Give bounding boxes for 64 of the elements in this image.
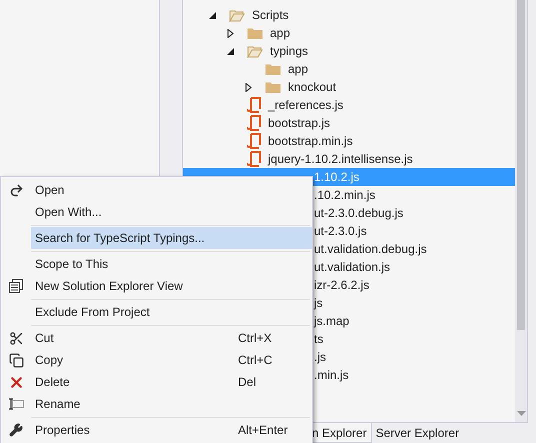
file-name: 1.10.2.js — [314, 169, 360, 186]
folder-name[interactable]: app — [288, 60, 308, 78]
wrench-icon — [9, 423, 23, 437]
shortcut-text: Ctrl+C — [238, 352, 272, 369]
scrollbar[interactable] — [515, 0, 527, 422]
folder-icon — [247, 26, 263, 40]
scrollbar-thumb[interactable] — [517, 0, 525, 330]
folder-name[interactable]: app — [270, 24, 290, 42]
menu-item-label: Scope to This — [34, 256, 110, 273]
expanded-triangle-icon[interactable] — [209, 10, 217, 20]
rename-icon — [8, 398, 24, 410]
js-file-icon — [247, 151, 261, 167]
menu-item[interactable]: New Solution Explorer View — [1, 275, 312, 297]
shortcut-text: Del — [238, 374, 256, 391]
file-name: ut.validation.js — [314, 259, 390, 276]
menu-item-label: Rename — [34, 396, 82, 413]
menu-item[interactable]: Rename — [1, 393, 312, 415]
js-file-icon — [247, 97, 261, 113]
js-file-icon — [247, 115, 261, 131]
file-name[interactable]: jquery-1.10.2.intellisense.js — [268, 150, 413, 168]
menu-item[interactable]: Properties Alt+Enter — [1, 419, 312, 441]
menu-item-label: Cut — [34, 330, 55, 347]
menu-item-label: Open With... — [34, 204, 103, 221]
window-list-icon — [9, 279, 23, 293]
collapsed-triangle-icon[interactable] — [227, 28, 235, 38]
menu-item-label: Exclude From Project — [34, 304, 151, 321]
file-name: izr-2.6.2.js — [314, 277, 370, 294]
folder-icon — [265, 80, 281, 94]
panel-tab[interactable]: Server Explorer — [372, 423, 464, 443]
file-name: ut-2.3.0.debug.js — [314, 205, 404, 222]
menu-item-label: Properties — [34, 422, 91, 439]
file-name[interactable]: bootstrap.js — [268, 114, 330, 132]
menu-item[interactable]: Delete Del — [1, 371, 312, 393]
menu-item-label: Copy — [34, 352, 64, 369]
menu-item-label: Open — [34, 182, 66, 199]
menu-item-label: Delete — [34, 374, 71, 391]
folder-icon — [265, 62, 281, 76]
file-name[interactable]: _references.js — [268, 96, 344, 114]
menu-item-label: New Solution Explorer View — [34, 278, 184, 295]
menu-item[interactable]: Cut Ctrl+X — [1, 327, 312, 349]
open-folder-icon — [229, 8, 245, 22]
menu-item[interactable]: Copy Ctrl+C — [1, 349, 312, 371]
folder-name[interactable]: knockout — [288, 78, 336, 96]
js-file-icon — [247, 133, 261, 149]
file-name: js.map — [314, 313, 350, 330]
file-name[interactable]: bootstrap.min.js — [268, 132, 353, 150]
shortcut-text: Ctrl+X — [238, 330, 272, 347]
scissors-icon — [8, 330, 24, 346]
redo-arrow-icon — [8, 182, 24, 198]
collapsed-triangle-icon[interactable] — [245, 82, 253, 92]
file-name: ut.validation.debug.js — [314, 241, 427, 258]
file-name: js — [314, 295, 323, 312]
file-name: ts — [314, 331, 324, 348]
menu-item-label: Search for TypeScript Typings... — [34, 230, 206, 247]
file-name: .10.2.min.js — [314, 187, 376, 204]
menu-item[interactable]: Scope to This — [1, 253, 312, 275]
folder-name[interactable]: typings — [270, 42, 308, 60]
open-folder-icon — [247, 44, 263, 58]
menu-item[interactable]: Open With... — [1, 201, 312, 223]
expanded-triangle-icon[interactable] — [227, 46, 235, 56]
menu-item[interactable]: Exclude From Project — [1, 301, 312, 323]
folder-name[interactable]: Scripts — [252, 6, 289, 24]
copy-icon — [8, 352, 24, 368]
shortcut-text: Alt+Enter — [238, 422, 288, 439]
